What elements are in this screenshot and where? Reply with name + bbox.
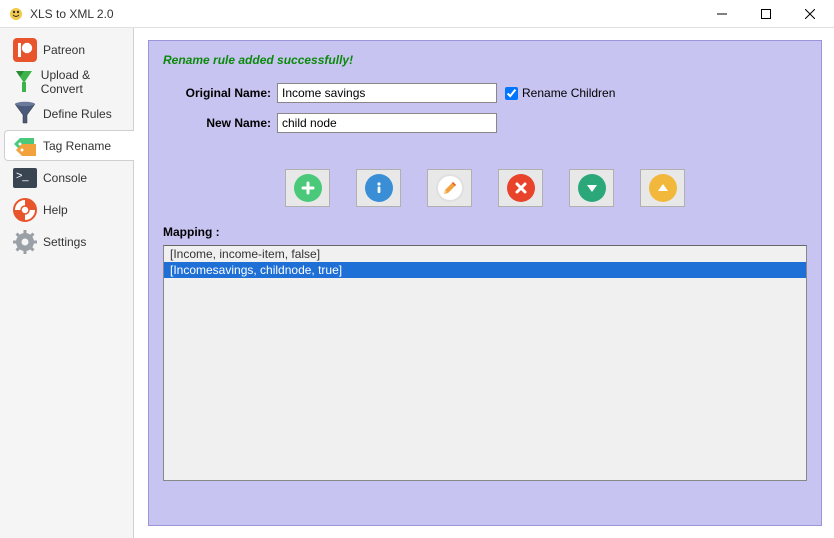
chevron-down-icon xyxy=(578,174,606,202)
rename-children-label: Rename Children xyxy=(522,86,615,100)
info-icon xyxy=(365,174,393,202)
rename-children-checkbox[interactable] xyxy=(505,87,518,100)
sidebar-item-settings[interactable]: Settings xyxy=(4,226,133,257)
window-title: XLS to XML 2.0 xyxy=(30,7,700,21)
sidebar-item-label: Patreon xyxy=(43,43,85,57)
titlebar: XLS to XML 2.0 xyxy=(0,0,834,28)
sidebar-item-label: Help xyxy=(43,203,68,217)
sidebar: Patreon Upload & Convert Define Rules Ta… xyxy=(0,28,134,538)
console-icon: >_ xyxy=(11,165,39,191)
edit-button[interactable] xyxy=(427,169,472,207)
original-name-label: Original Name: xyxy=(163,86,277,100)
patreon-icon xyxy=(11,37,39,63)
add-button[interactable] xyxy=(285,169,330,207)
help-icon xyxy=(11,197,39,223)
gear-icon xyxy=(11,229,39,255)
new-name-input[interactable] xyxy=(277,113,497,133)
minimize-button[interactable] xyxy=(700,1,744,27)
plus-icon xyxy=(294,174,322,202)
move-up-button[interactable] xyxy=(640,169,685,207)
tag-icon xyxy=(11,133,39,159)
mapping-list[interactable]: [Income, income-item, false] [Incomesavi… xyxy=(163,245,807,481)
sidebar-item-label: Upload & Convert xyxy=(41,68,128,96)
sidebar-item-label: Console xyxy=(43,171,87,185)
mapping-row[interactable]: [Incomesavings, childnode, true] xyxy=(164,262,806,278)
new-name-label: New Name: xyxy=(163,116,277,130)
sidebar-item-label: Define Rules xyxy=(43,107,112,121)
sidebar-item-upload[interactable]: Upload & Convert xyxy=(4,66,133,97)
sidebar-item-console[interactable]: >_ Console xyxy=(4,162,133,193)
app-icon xyxy=(8,6,24,22)
sidebar-item-define-rules[interactable]: Define Rules xyxy=(4,98,133,129)
sidebar-item-label: Settings xyxy=(43,235,86,249)
original-name-input[interactable] xyxy=(277,83,497,103)
tag-rename-panel: Rename rule added successfully! Original… xyxy=(148,40,822,526)
pencil-icon xyxy=(436,174,464,202)
maximize-button[interactable] xyxy=(744,1,788,27)
sidebar-item-tag-rename[interactable]: Tag Rename xyxy=(4,130,134,161)
mapping-label: Mapping : xyxy=(163,225,807,239)
status-message: Rename rule added successfully! xyxy=(163,53,807,67)
sidebar-item-patreon[interactable]: Patreon xyxy=(4,34,133,65)
main-content: Rename rule added successfully! Original… xyxy=(134,28,834,538)
upload-icon xyxy=(11,69,37,95)
sidebar-item-label: Tag Rename xyxy=(43,139,111,153)
toolbar xyxy=(163,169,807,207)
move-down-button[interactable] xyxy=(569,169,614,207)
mapping-row[interactable]: [Income, income-item, false] xyxy=(164,246,806,262)
close-button[interactable] xyxy=(788,1,832,27)
sidebar-item-help[interactable]: Help xyxy=(4,194,133,225)
delete-button[interactable] xyxy=(498,169,543,207)
info-button[interactable] xyxy=(356,169,401,207)
chevron-up-icon xyxy=(649,174,677,202)
close-icon xyxy=(507,174,535,202)
funnel-icon xyxy=(11,101,39,127)
svg-text:>_: >_ xyxy=(16,170,29,182)
